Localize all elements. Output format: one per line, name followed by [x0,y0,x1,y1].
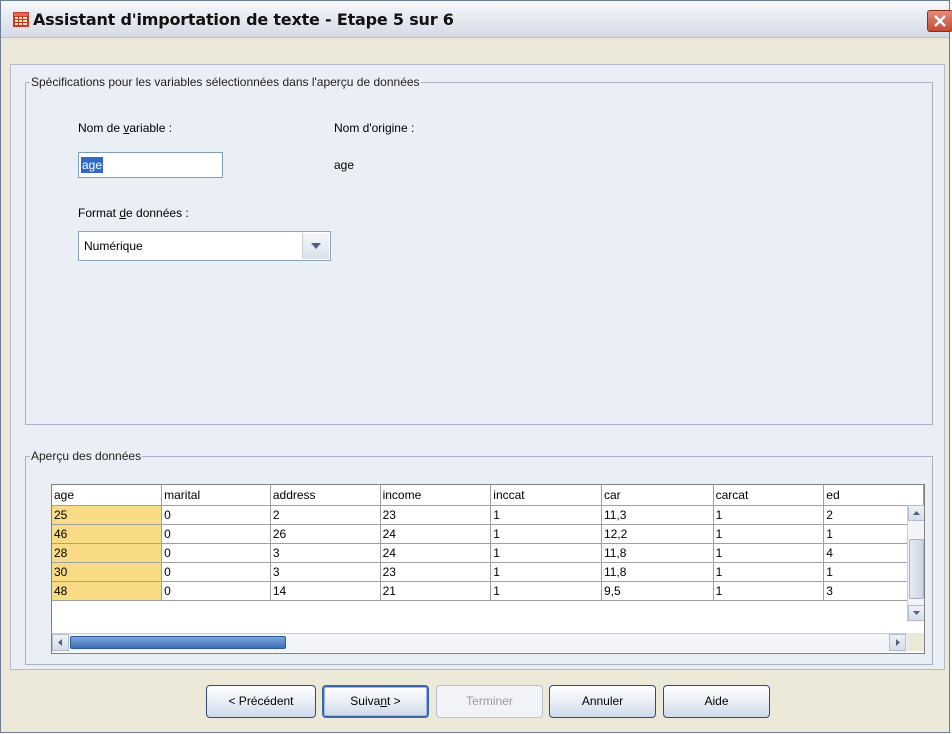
original-name-label: Nom d'origine : [334,121,415,135]
triangle-left-icon [58,639,62,646]
horizontal-scroll-thumb[interactable] [70,636,286,649]
table-row: 30 0 3 23 1 11,8 1 1 [52,562,924,582]
vertical-scrollbar[interactable] [907,505,924,622]
triangle-up-icon [913,511,920,515]
header-row: age marital address income inccat car ca… [52,485,924,506]
table-cell[interactable]: 0 [161,581,271,601]
variable-name-input[interactable]: age [78,152,223,178]
help-button[interactable]: Aide [663,685,770,718]
table-cell[interactable]: 1 [713,562,825,582]
table-cell[interactable]: 1 [490,505,602,525]
dropdown-button[interactable] [302,233,329,259]
data-preview-table: age marital address income inccat car ca… [52,485,924,601]
column-header[interactable]: carcat [713,485,825,506]
original-name-value: age [334,158,355,172]
wizard-window: Assistant d'importation de texte - Etape… [0,0,952,733]
previous-button[interactable]: < Précédent [206,685,316,718]
data-format-select[interactable]: Numérique [78,231,331,261]
next-button[interactable]: Suivant > [322,685,429,718]
table-cell[interactable]: 3 [270,562,381,582]
column-header[interactable]: ed [823,485,924,506]
vertical-scroll-thumb[interactable] [909,539,924,599]
table-cell[interactable]: 28 [52,543,163,563]
table-cell[interactable]: 11,8 [601,543,714,563]
table-cell[interactable]: 11,8 [601,562,714,582]
spreadsheet-icon [13,12,29,27]
table-cell[interactable]: 23 [380,505,492,525]
table-cell[interactable]: 23 [380,562,492,582]
table-cell[interactable]: 24 [380,543,492,563]
scroll-left-button[interactable] [52,634,69,651]
table-row: 46 0 26 24 1 12,2 1 1 [52,524,924,544]
triangle-right-icon [896,639,900,646]
data-preview-grid[interactable]: age marital address income inccat car ca… [51,484,925,654]
table-cell[interactable]: 1 [713,505,825,525]
table-cell[interactable]: 0 [161,524,271,544]
data-preview-legend: Aperçu des données [31,449,142,463]
table-cell[interactable]: 1 [713,524,825,544]
table-cell[interactable]: 26 [270,524,381,544]
column-header[interactable]: address [270,485,381,506]
data-format-label: Format de données : [78,206,189,220]
table-cell[interactable]: 2 [270,505,381,525]
table-cell[interactable]: 12,2 [601,524,714,544]
table-cell[interactable]: 48 [52,581,163,601]
scrollbar-corner [907,633,924,651]
chevron-down-icon [311,243,321,249]
horizontal-scrollbar[interactable] [52,633,907,652]
variable-name-label: Nom de variable : [78,121,173,135]
table-cell[interactable]: 9,5 [601,581,714,601]
table-cell[interactable]: 0 [161,562,271,582]
variable-name-value: age [81,157,104,173]
table-cell[interactable]: 24 [380,524,492,544]
table-row: 48 0 14 21 1 9,5 1 3 [52,581,924,601]
close-button[interactable] [927,10,952,32]
scroll-down-button[interactable] [908,605,924,621]
table-cell[interactable]: 1 [490,543,602,563]
table-cell[interactable]: 1 [713,543,825,563]
table-cell[interactable]: 21 [380,581,492,601]
column-header[interactable]: marital [161,485,271,506]
table-cell[interactable]: 25 [52,505,163,525]
table-cell[interactable]: 1 [490,581,602,601]
table-cell[interactable]: 1 [490,524,602,544]
table-cell[interactable]: 14 [270,581,381,601]
table-cell[interactable]: 1 [713,581,825,601]
table-cell[interactable]: 11,3 [601,505,714,525]
finish-button[interactable]: Terminer [436,685,543,718]
triangle-down-icon [913,611,920,615]
scroll-right-button[interactable] [889,634,906,651]
table-cell[interactable]: 0 [161,505,271,525]
table-cell[interactable]: 3 [270,543,381,563]
table-cell[interactable]: 1 [490,562,602,582]
window-title: Assistant d'importation de texte - Etape… [33,10,454,29]
close-icon [934,15,946,27]
cancel-button[interactable]: Annuler [549,685,656,718]
column-header[interactable]: income [380,485,492,506]
table-cell[interactable]: 46 [52,524,163,544]
table-row: 28 0 3 24 1 11,8 1 4 [52,543,924,563]
data-format-value: Numérique [84,239,143,253]
column-header[interactable]: car [601,485,714,506]
variable-spec-legend: Spécifications pour les variables sélect… [31,75,420,89]
column-header[interactable]: inccat [490,485,602,506]
scroll-up-button[interactable] [908,505,924,521]
table-row: 25 0 2 23 1 11,3 1 2 [52,505,924,525]
title-bar: Assistant d'importation de texte - Etape… [1,1,952,38]
table-cell[interactable]: 30 [52,562,163,582]
table-cell[interactable]: 0 [161,543,271,563]
column-header[interactable]: age [52,485,163,506]
